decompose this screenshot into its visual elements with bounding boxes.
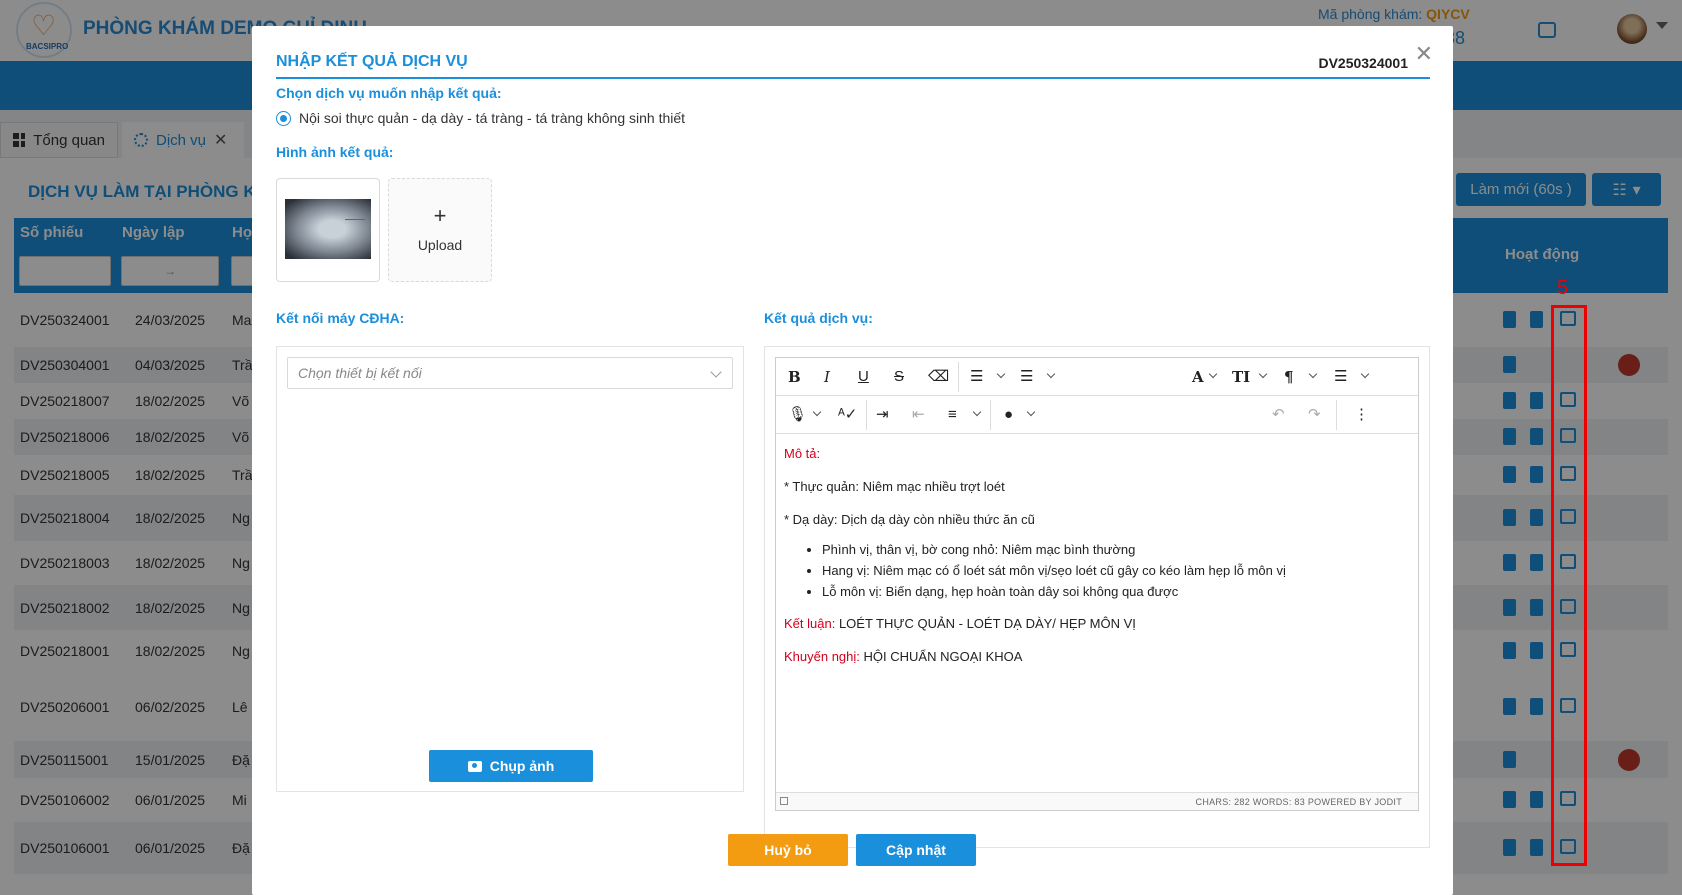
capture-button-label: Chụp ảnh: [489, 758, 555, 774]
service-select-label: Chọn dịch vụ muốn nhập kết quả:: [276, 85, 502, 101]
editor-content[interactable]: Mô tả: * Thực quản: Niêm mạc nhiều trợt …: [784, 444, 1410, 680]
device-select[interactable]: Chọn thiết bị kết nối: [287, 357, 733, 389]
italic-icon[interactable]: I: [824, 367, 830, 387]
chevron-down-icon[interactable]: [1360, 369, 1370, 379]
editor-toolbar-row-1: B I U S ⌫ ☰ ☰ A TI ¶ ☰: [776, 358, 1418, 396]
chevron-down-icon[interactable]: [1308, 369, 1318, 379]
spellcheck-icon[interactable]: ᴬ✓: [838, 405, 857, 425]
camera-icon: [467, 760, 482, 772]
update-button[interactable]: Cập nhật: [856, 834, 976, 866]
eraser-icon[interactable]: ⌫: [928, 367, 949, 387]
result-label: Kết quả dịch vụ:: [764, 310, 873, 326]
font-size-icon[interactable]: TI: [1232, 367, 1250, 387]
device-select-placeholder: Chọn thiết bị kết nối: [298, 365, 422, 381]
chevron-down-icon[interactable]: [996, 369, 1006, 379]
recommendation-label: Khuyến nghị:: [784, 649, 860, 664]
service-result-dialog: NHẬP KẾT QUẢ DỊCH VỤ DV250324001 ✕ Chọn …: [252, 26, 1453, 895]
paragraph-icon[interactable]: ¶: [1284, 367, 1294, 387]
annotation-number: 5: [1557, 277, 1569, 299]
close-icon[interactable]: ✕: [1415, 43, 1433, 65]
cancel-button[interactable]: Huỷ bỏ: [728, 834, 848, 866]
numbered-list-icon[interactable]: ☰: [1020, 367, 1033, 387]
conclusion-value: LOÉT THỰC QUẢN - LOÉT DẠ DÀY/ HẸP MÔN VỊ: [835, 616, 1136, 631]
upload-button[interactable]: + Upload: [388, 178, 492, 282]
underline-icon[interactable]: U: [858, 367, 869, 387]
bold-icon[interactable]: B: [788, 367, 801, 387]
strikethrough-icon[interactable]: S: [894, 367, 904, 387]
editor-stats: CHARS: 282 WORDS: 83 POWERED BY JODIT: [1195, 797, 1402, 807]
service-option[interactable]: Nội soi thực quản - dạ dày - tá tràng - …: [276, 110, 685, 126]
findings-list: Phình vị, thân vị, bờ cong nhỏ: Niêm mạc…: [822, 539, 1410, 602]
more-options-icon[interactable]: ⋮: [1354, 405, 1369, 425]
capture-button[interactable]: Chụp ảnh: [429, 750, 593, 782]
radio-selected-icon[interactable]: [276, 110, 291, 126]
source-toggle-icon[interactable]: [780, 797, 788, 805]
toolbar-separator: [866, 400, 867, 430]
images-label: Hình ảnh kết quả:: [276, 144, 394, 160]
title-divider: [276, 77, 1430, 79]
service-option-label: Nội soi thực quản - dạ dày - tá tràng - …: [299, 110, 686, 126]
chevron-down-icon[interactable]: [1208, 369, 1218, 379]
recommendation-value: HỘI CHUẨN NGOẠI KHOA: [859, 649, 1023, 664]
align-icon[interactable]: ≡: [948, 405, 957, 425]
dialog-title: NHẬP KẾT QUẢ DỊCH VỤ: [276, 53, 468, 70]
chevron-down-icon: [710, 366, 722, 378]
chevron-down-icon[interactable]: [1026, 407, 1036, 417]
result-image-thumbnail[interactable]: [276, 178, 380, 282]
chevron-down-icon[interactable]: [1046, 369, 1056, 379]
device-panel: Chọn thiết bị kết nối Chụp ảnh: [276, 346, 744, 792]
rich-text-editor: B I U S ⌫ ☰ ☰ A TI ¶ ☰ 🎙 ᴬ✓ ⇥ ⇤ ≡ ● ↶ ↷ …: [775, 357, 1419, 811]
microphone-icon[interactable]: 🎙: [788, 405, 807, 425]
bullet-list-icon[interactable]: ☰: [970, 367, 983, 387]
editor-toolbar-row-2: 🎙 ᴬ✓ ⇥ ⇤ ≡ ● ↶ ↷ ⋮: [776, 396, 1418, 434]
indent-icon[interactable]: ⇥: [876, 405, 889, 425]
mo-ta-label: Mô tả:: [784, 446, 821, 461]
font-icon[interactable]: A: [1192, 367, 1204, 387]
editor-line-1: * Thực quản: Niêm mạc nhiều trợt loét: [784, 479, 1005, 494]
dialog-ticket-code: DV250324001: [1318, 55, 1408, 71]
endoscopy-image: [285, 199, 371, 259]
chevron-down-icon[interactable]: [1258, 369, 1268, 379]
upload-label: Upload: [417, 237, 463, 253]
list-item: Hang vị: Niêm mạc có ổ loét sát môn vị/s…: [822, 560, 1410, 581]
editor-line-2: * Dạ dày: Dịch dạ dày còn nhiều thức ăn …: [784, 512, 1035, 527]
line-height-icon[interactable]: ☰: [1334, 367, 1347, 387]
undo-icon[interactable]: ↶: [1272, 405, 1285, 425]
toolbar-separator: [990, 400, 991, 430]
editor-status-bar: CHARS: 282 WORDS: 83 POWERED BY JODIT: [776, 792, 1418, 810]
conclusion-label: Kết luận:: [784, 616, 836, 631]
result-editor-panel: B I U S ⌫ ☰ ☰ A TI ¶ ☰ 🎙 ᴬ✓ ⇥ ⇤ ≡ ● ↶ ↷ …: [764, 346, 1430, 848]
conclusion-line: Kết luận: LOÉT THỰC QUẢN - LOÉT DẠ DÀY/ …: [784, 614, 1410, 633]
recommendation-line: Khuyến nghị: HỘI CHUẨN NGOẠI KHOA: [784, 647, 1410, 666]
toolbar-separator: [1336, 400, 1337, 430]
device-label: Kết nối máy CĐHA:: [276, 310, 405, 326]
annotation-highlight-box: [1551, 305, 1587, 866]
chevron-down-icon[interactable]: [972, 407, 982, 417]
plus-icon: +: [433, 203, 447, 228]
list-item: Phình vị, thân vị, bờ cong nhỏ: Niêm mạc…: [822, 539, 1410, 560]
redo-icon[interactable]: ↷: [1308, 405, 1321, 425]
toolbar-separator: [958, 362, 959, 392]
list-item: Lỗ môn vị: Biến dạng, hẹp hoàn toàn dây …: [822, 581, 1410, 602]
chevron-down-icon[interactable]: [812, 407, 822, 417]
color-drop-icon[interactable]: ●: [1004, 405, 1013, 425]
outdent-icon[interactable]: ⇤: [912, 405, 925, 425]
